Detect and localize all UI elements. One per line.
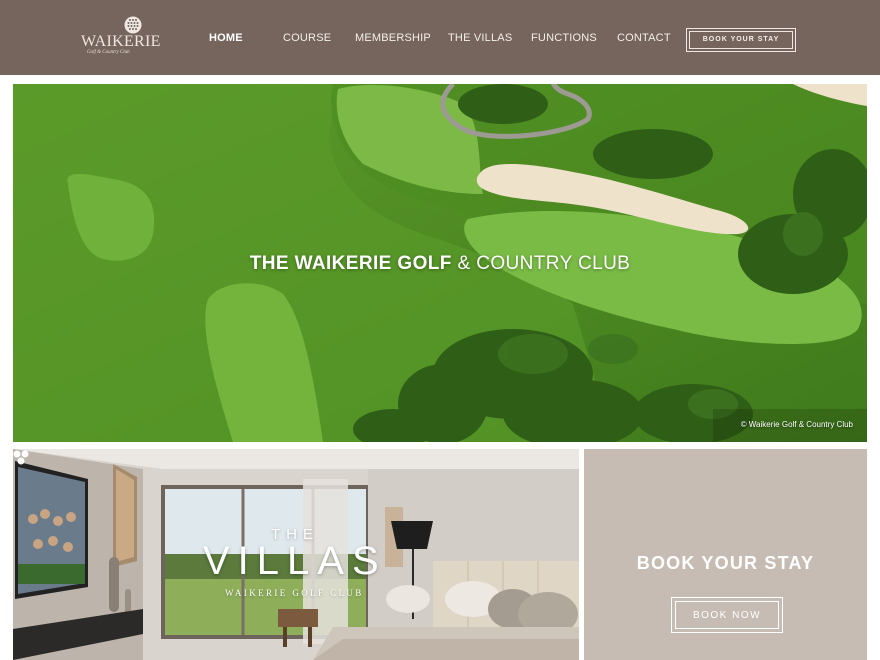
book-now-button[interactable]: BOOK NOW: [671, 597, 783, 633]
villas-feature[interactable]: THE VILLAS WAIKERIE GOLF CLUB: [13, 449, 579, 660]
site-header: WAIKERIE Golf & Country Club HOME COURSE…: [0, 0, 880, 75]
villas-logo-title: VILLAS: [203, 539, 387, 583]
nav-course[interactable]: COURSE: [283, 32, 331, 44]
logo-name: WAIKERIE: [81, 33, 161, 50]
hero-title-bold: THE WAIKERIE GOLF: [249, 253, 452, 274]
nav-the-villas[interactable]: THE VILLAS: [448, 32, 512, 44]
site-logo[interactable]: WAIKERIE Golf & Country Club: [78, 16, 160, 58]
three-dots-icon: [13, 450, 29, 465]
photo-credit: © Waikerie Golf & Country Club: [740, 420, 853, 429]
book-now-label: BOOK NOW: [692, 610, 762, 621]
book-your-stay-label: BOOK YOUR STAY: [702, 36, 780, 43]
book-your-stay-button[interactable]: BOOK YOUR STAY: [686, 28, 796, 52]
book-stay-panel: BOOK YOUR STAY BOOK NOW: [584, 449, 867, 660]
nav-home[interactable]: HOME: [209, 32, 243, 44]
book-stay-title: BOOK YOUR STAY: [636, 553, 815, 573]
villas-logo-subtitle: WAIKERIE GOLF CLUB: [225, 588, 364, 598]
logo-tagline: Golf & Country Club: [87, 50, 130, 55]
nav-membership[interactable]: MEMBERSHIP: [355, 32, 431, 44]
golf-ball-icon: [124, 16, 142, 34]
nav-contact[interactable]: CONTACT: [617, 32, 671, 44]
hero-title: THE WAIKERIE GOLF & COUNTRY CLUB: [13, 253, 867, 275]
hero-banner: THE WAIKERIE GOLF & COUNTRY CLUB © Waike…: [13, 84, 867, 442]
hero-title-rest: & COUNTRY CLUB: [451, 253, 631, 274]
nav-functions[interactable]: FUNCTIONS: [531, 32, 597, 44]
